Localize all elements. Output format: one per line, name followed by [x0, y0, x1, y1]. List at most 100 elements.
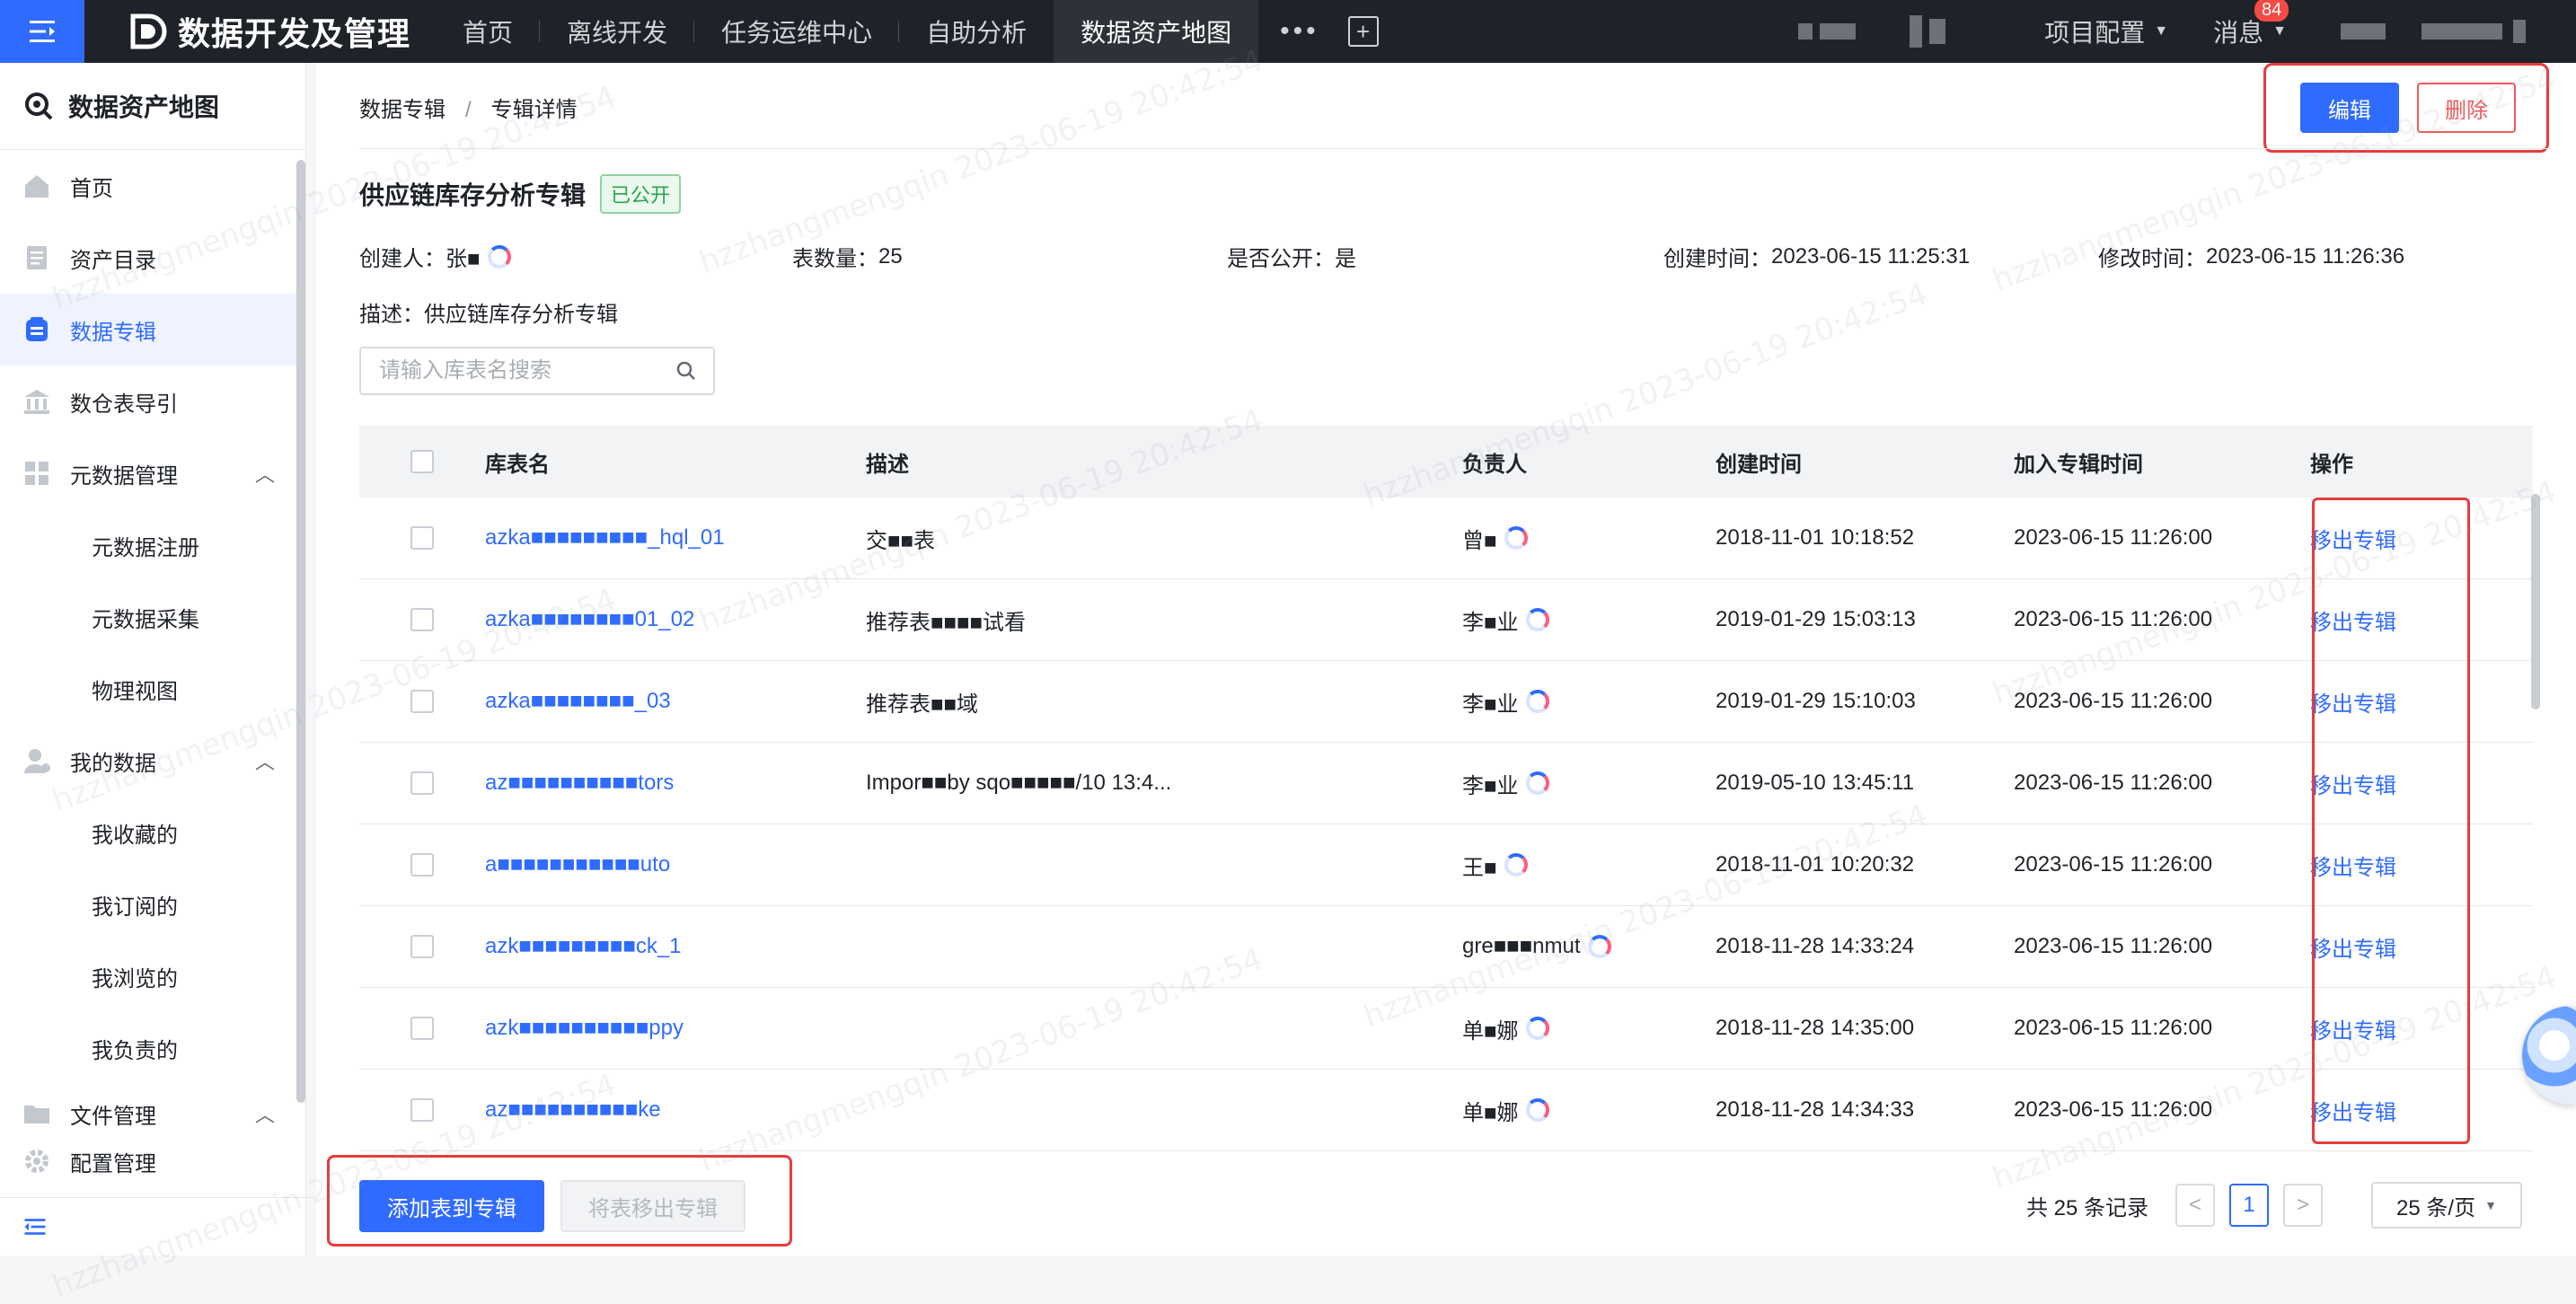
meta-value: 张■	[446, 247, 481, 271]
delete-button[interactable]: 删除	[2417, 83, 2516, 133]
table-name-link[interactable]: azka■■■■■■■■01_02	[485, 607, 866, 632]
row-checkbox[interactable]	[410, 771, 434, 795]
owner-name: 曾■	[1462, 528, 1497, 553]
menu-icon	[30, 21, 55, 42]
nav-self-analysis[interactable]: 自助分析	[899, 0, 1054, 63]
sidebar-subitem-owned[interactable]: 我负责的	[0, 1012, 305, 1084]
breadcrumb-separator: /	[465, 98, 472, 122]
sidebar-subitem-browsed[interactable]: 我浏览的	[0, 940, 305, 1012]
meta-table-count: 表数量： 25	[792, 241, 903, 272]
breadcrumb-parent[interactable]: 数据专辑	[359, 98, 446, 122]
meta-value: 25	[878, 243, 903, 269]
catalog-icon	[22, 242, 52, 273]
nav-offline-dev[interactable]: 离线开发	[540, 0, 695, 63]
brand[interactable]: 数据开发及管理	[126, 8, 410, 55]
sidebar-item-label: 我的数据	[70, 751, 156, 776]
sidebar-subitem-metadata-collect[interactable]: 元数据采集	[0, 581, 305, 653]
remove-from-album-link[interactable]: 移出专辑	[2310, 686, 2533, 718]
table-row: azka■■■■■■■■■_hql_01 交■■表 曾■ 2018-11-01 10:…	[359, 498, 2533, 579]
meta-label: 表数量：	[792, 247, 878, 271]
table-name-link[interactable]: azka■■■■■■■■_03	[485, 689, 866, 714]
column-header: 加入专辑时间	[2014, 452, 2143, 477]
nav-add-icon[interactable]: +	[1347, 16, 1379, 47]
sidebar-scrollbar[interactable]	[296, 160, 305, 1103]
meta-value: 2023-06-15 11:26:36	[2206, 243, 2405, 269]
sidebar-item-warehouse-guide[interactable]: 数仓表导引	[0, 366, 305, 437]
select-all-cell	[359, 450, 485, 473]
add-table-button[interactable]: 添加表到专辑	[359, 1180, 544, 1232]
edit-button[interactable]: 编辑	[2300, 83, 2399, 133]
page-number[interactable]: 1	[2229, 1184, 2269, 1227]
prev-page-button[interactable]: <	[2175, 1184, 2215, 1227]
created-time: 2018-11-01 10:20:32	[1716, 852, 1915, 877]
search-input[interactable]	[377, 357, 675, 384]
row-checkbox[interactable]	[410, 853, 434, 877]
remove-from-album-link[interactable]: 移出专辑	[2310, 768, 2533, 799]
table-scrollbar[interactable]	[2531, 494, 2540, 709]
row-check-cell	[359, 1098, 485, 1122]
meta-value: 2023-06-15 11:25:31	[1771, 243, 1971, 269]
remove-from-album-link[interactable]: 移出专辑	[2310, 604, 2533, 636]
remove-from-album-link[interactable]: 移出专辑	[2310, 1095, 2533, 1126]
remove-from-album-link[interactable]: 移出专辑	[2310, 523, 2533, 554]
sidebar-item-data-album[interactable]: 数据专辑	[0, 294, 305, 366]
sidebar-item-catalog[interactable]: 资产目录	[0, 222, 305, 294]
sidebar-subitem-physical-view[interactable]: 物理视图	[0, 653, 305, 725]
nav-data-asset-map[interactable]: 数据资产地图	[1054, 0, 1259, 63]
sidebar-subitem-metadata-register[interactable]: 元数据注册	[0, 509, 305, 581]
row-check-cell	[359, 608, 485, 631]
nav-more-icon[interactable]: •••	[1258, 0, 1341, 63]
sidebar-item-my-data[interactable]: 我的数据 ︿	[0, 725, 305, 797]
row-checkbox[interactable]	[410, 690, 434, 713]
sidebar-item-home[interactable]: 首页	[0, 150, 305, 222]
table-name-link[interactable]: azk■■■■■■■■■ck_1	[485, 934, 866, 959]
sidebar-item-metadata[interactable]: 元数据管理 ︿	[0, 437, 305, 509]
row-checkbox[interactable]	[410, 1017, 434, 1040]
meta-label: 创建人：	[359, 247, 446, 271]
select-all-checkbox[interactable]	[410, 450, 434, 473]
row-checkbox[interactable]	[410, 526, 434, 550]
table-body: azka■■■■■■■■■_hql_01 交■■表 曾■ 2018-11-01 10:…	[359, 498, 2533, 1151]
sidebar: 数据资产地图 首页 资产目录 数据专辑 数仓表导引 元数据管理 ︿ 元数据注册 …	[0, 63, 327, 1256]
blurred-info	[1929, 19, 1946, 44]
column-header: 创建时间	[1716, 452, 1802, 477]
chevron-up-icon[interactable]: ︿	[255, 459, 275, 488]
next-page-button[interactable]: >	[2283, 1184, 2323, 1227]
remove-from-album-link[interactable]: 移出专辑	[2310, 850, 2533, 881]
meta-creator: 创建人： 张■	[359, 241, 511, 272]
nav-home[interactable]: 首页	[436, 0, 541, 63]
sidebar-item-config[interactable]: 配置管理	[0, 1143, 305, 1179]
page-size-select[interactable]: 25 条/页 ▼	[2371, 1182, 2522, 1229]
remove-from-album-link[interactable]: 移出专辑	[2310, 931, 2533, 963]
table-row: azka■■■■■■■■_03 推荐表■■域 李■业 2019-01-29 15:10…	[359, 661, 2533, 743]
sidebar-subitem-subscribed[interactable]: 我订阅的	[0, 868, 305, 940]
sidebar-item-label: 数据专辑	[70, 320, 156, 345]
table-name-link[interactable]: azka■■■■■■■■■_hql_01	[485, 525, 866, 551]
album-actions: 编辑 删除	[2263, 63, 2549, 153]
owner-name: gre■■■nmut	[1462, 934, 1581, 958]
row-checkbox[interactable]	[410, 935, 434, 958]
remove-from-album-link[interactable]: 移出专辑	[2310, 1013, 2533, 1044]
table-name-link[interactable]: az■■■■■■■■■■ke	[485, 1097, 866, 1123]
table-description: 推荐表■■■■试看	[866, 610, 1026, 635]
remove-table-button[interactable]: 将表移出专辑	[560, 1180, 745, 1232]
chevron-up-icon[interactable]: ︿	[255, 1099, 275, 1128]
table-name-link[interactable]: azk■■■■■■■■■■ppy	[485, 1016, 866, 1041]
project-config-menu[interactable]: 项目配置 ▼	[2044, 13, 2168, 49]
meta-label: 修改时间：	[2098, 247, 2206, 271]
sidebar-header: 数据资产地图	[0, 63, 305, 150]
sidebar-subitem-favorites[interactable]: 我收藏的	[0, 797, 305, 868]
sidebar-collapse-button[interactable]	[0, 1197, 327, 1256]
table-name-link[interactable]: az■■■■■■■■■■tors	[485, 771, 866, 796]
chevron-up-icon[interactable]: ︿	[255, 746, 275, 775]
sidebar-item-file-management[interactable]: 文件管理 ︿	[0, 1084, 305, 1143]
row-checkbox[interactable]	[410, 608, 434, 631]
collapse-icon	[24, 1219, 46, 1235]
menu-toggle-button[interactable]	[0, 0, 84, 63]
search-icon[interactable]	[675, 360, 697, 382]
caret-down-icon: ▼	[2154, 23, 2169, 39]
table-name-link[interactable]: a■■■■■■■■■■■uto	[485, 852, 866, 877]
row-checkbox[interactable]	[410, 1098, 434, 1122]
joined-time: 2023-06-15 11:26:00	[2014, 689, 2213, 713]
nav-ops-center[interactable]: 任务运维中心	[694, 0, 900, 63]
